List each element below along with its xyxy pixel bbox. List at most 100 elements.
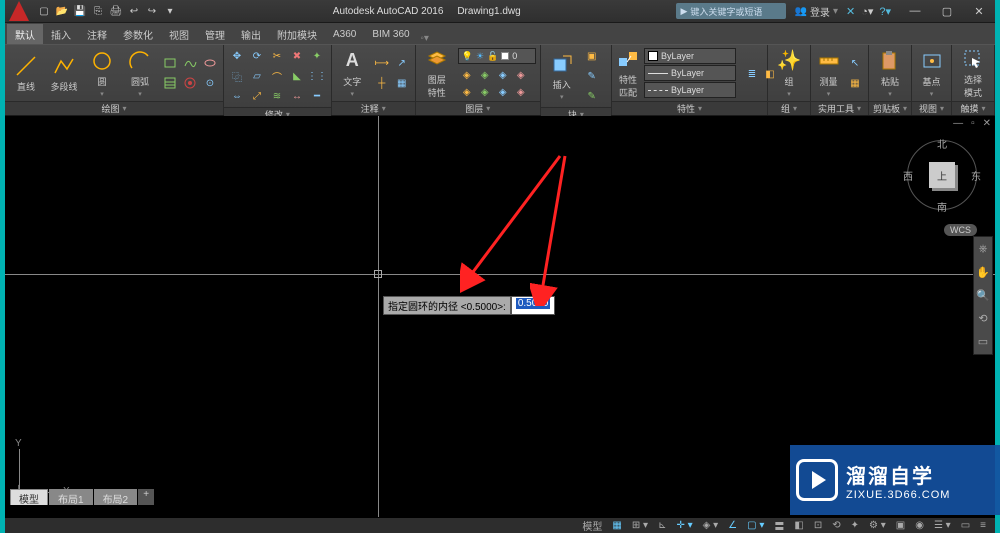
rotate-icon[interactable]: ⟳	[248, 47, 266, 65]
explode-icon[interactable]: ✦	[308, 47, 326, 65]
panel-layers[interactable]: 图层	[416, 101, 540, 115]
user-icon[interactable]: 👥	[794, 6, 806, 17]
panel-draw[interactable]: 绘图	[5, 101, 223, 115]
ribbon-tab-parametric[interactable]: 参数化	[115, 24, 161, 44]
layer-freeze-icon[interactable]: ◈	[458, 83, 476, 101]
layer-state-icon[interactable]: ◈	[512, 83, 530, 101]
status-trans-icon[interactable]: ◧	[791, 520, 806, 531]
layer-dropdown[interactable]: 💡☀🔓 0	[458, 48, 536, 64]
a360-icon[interactable]: ◔▾	[861, 5, 873, 18]
zoom-icon[interactable]: 🔍	[976, 289, 990, 302]
layer-make-icon[interactable]: ◈	[458, 66, 476, 84]
ribbon-tab-manage[interactable]: 管理	[197, 24, 233, 44]
maximize-button[interactable]: ▢	[931, 0, 963, 22]
arc-button[interactable]: 圆弧▾	[123, 47, 157, 99]
ribbon-tab-view[interactable]: 视图	[161, 24, 197, 44]
exchange-icon[interactable]: ✕	[846, 5, 855, 18]
mirror-icon[interactable]: ▱	[248, 67, 266, 85]
status-lwt-icon[interactable]: 〓	[771, 518, 787, 533]
status-snap-icon[interactable]: ⊞ ▾	[629, 520, 651, 531]
layer-off-icon[interactable]: ◈	[476, 83, 494, 101]
insert-block-button[interactable]: 插入▾	[545, 50, 579, 102]
dimension-icon[interactable]: ⟼	[373, 54, 391, 72]
ribbon-tab-bim360[interactable]: BIM 360	[364, 24, 417, 44]
ellipse-icon[interactable]	[201, 54, 219, 72]
layer-lock-icon[interactable]: ◈	[494, 83, 512, 101]
lineweight-dropdown[interactable]: ByLayer	[644, 65, 736, 81]
fillet-icon[interactable]: ⌒	[268, 67, 286, 85]
prop-list-icon[interactable]: ≣	[743, 65, 761, 83]
panel-touch[interactable]: 触摸	[952, 101, 994, 115]
qat-undo-icon[interactable]: ↩	[127, 4, 141, 18]
rectangle-icon[interactable]	[161, 54, 179, 72]
status-osnap-icon[interactable]: ∠	[725, 520, 740, 531]
attrib-icon[interactable]: ✎	[583, 87, 601, 105]
viewport-min-icon[interactable]: —	[953, 118, 963, 129]
status-iso-icon[interactable]: ☰ ▾	[931, 520, 954, 531]
help-icon[interactable]: ?▾	[879, 5, 891, 18]
chamfer-icon[interactable]: ◣	[288, 67, 306, 85]
paste-button[interactable]: 粘贴▾	[873, 47, 907, 99]
status-model[interactable]: 模型	[579, 518, 605, 533]
hatch-icon[interactable]	[161, 74, 179, 92]
calc-icon[interactable]: ▦	[846, 74, 864, 92]
move-icon[interactable]: ✥	[228, 47, 246, 65]
status-otrack-icon[interactable]: ▢ ▾	[744, 520, 767, 531]
scale-icon[interactable]: ⤢	[248, 87, 266, 105]
qat-new-icon[interactable]: ▢	[37, 4, 51, 18]
offset-icon[interactable]: ≋	[268, 87, 286, 105]
status-isodraft-icon[interactable]: ◈ ▾	[700, 520, 722, 531]
status-clean-icon[interactable]: ▭	[958, 520, 973, 531]
wcs-label[interactable]: WCS	[944, 224, 977, 236]
line-button[interactable]: 直线	[9, 47, 43, 99]
group-button[interactable]: ✨组▾	[772, 47, 806, 99]
table-icon[interactable]: ▦	[393, 74, 411, 92]
circle-button[interactable]: 圆▾	[85, 47, 119, 99]
stretch-icon[interactable]: ⇔	[228, 87, 246, 105]
qat-plot-icon[interactable]: 🖨	[109, 4, 123, 18]
array-icon[interactable]: ⋮⋮	[308, 67, 326, 85]
model-tab[interactable]: 模型	[10, 489, 48, 505]
edit-block-icon[interactable]: ✎	[583, 67, 601, 85]
qat-open-icon[interactable]: 📂	[55, 4, 69, 18]
minimize-button[interactable]: —	[899, 0, 931, 22]
measure-button[interactable]: 测量▾	[815, 47, 842, 99]
centerline-icon[interactable]: ┼	[373, 74, 391, 92]
close-button[interactable]: ✕	[963, 0, 995, 22]
search-input[interactable]: ▶键入关键字或短语	[676, 3, 786, 19]
layout1-tab[interactable]: 布局1	[49, 489, 93, 505]
ribbon-tab-annotate[interactable]: 注释	[79, 24, 115, 44]
ribbon-tab-insert[interactable]: 插入	[43, 24, 79, 44]
panel-properties[interactable]: 特性	[612, 101, 767, 115]
linetype-dropdown[interactable]: ByLayer	[644, 82, 736, 98]
panel-clipboard[interactable]: 剪贴板	[869, 101, 911, 115]
status-workspace-icon[interactable]: ⚙ ▾	[866, 520, 889, 531]
layer-properties-button[interactable]: 图层 特性	[420, 47, 454, 99]
add-layout-button[interactable]: +	[138, 489, 154, 505]
erase-icon[interactable]: ✖	[288, 47, 306, 65]
point-icon[interactable]: ⊙	[201, 74, 219, 92]
leader-icon[interactable]: ↗	[393, 54, 411, 72]
orbit-icon[interactable]: ⟲	[978, 312, 987, 325]
qat-redo-icon[interactable]: ↪	[145, 4, 159, 18]
status-polar-icon[interactable]: ✛ ▾	[673, 520, 695, 531]
ribbon-tab-default[interactable]: 默认	[7, 24, 43, 44]
trim-icon[interactable]: ✂	[268, 47, 286, 65]
layout2-tab[interactable]: 布局2	[94, 489, 138, 505]
status-hw-icon[interactable]: ◉	[912, 520, 927, 531]
signin-button[interactable]: 登录	[810, 4, 830, 19]
join-icon[interactable]: ━	[308, 87, 326, 105]
status-grid-icon[interactable]: ▦	[609, 520, 624, 531]
select-mode-button[interactable]: 选择 模式	[956, 47, 990, 99]
status-qprop-icon[interactable]: ⊡	[811, 520, 825, 531]
status-monitor-icon[interactable]: ▣	[893, 520, 908, 531]
layer-iso-icon[interactable]: ◈	[512, 66, 530, 84]
panel-view[interactable]: 视图	[912, 101, 951, 115]
ribbon-tab-addins[interactable]: 附加模块	[269, 24, 325, 44]
ribbon-tab-output[interactable]: 输出	[233, 24, 269, 44]
color-dropdown[interactable]: ByLayer	[644, 48, 736, 64]
fullnav-icon[interactable]: ⎈	[979, 243, 988, 256]
create-block-icon[interactable]: ▣	[583, 47, 601, 65]
status-custom-icon[interactable]: ≡	[977, 520, 989, 531]
panel-utilities[interactable]: 实用工具	[811, 101, 868, 115]
